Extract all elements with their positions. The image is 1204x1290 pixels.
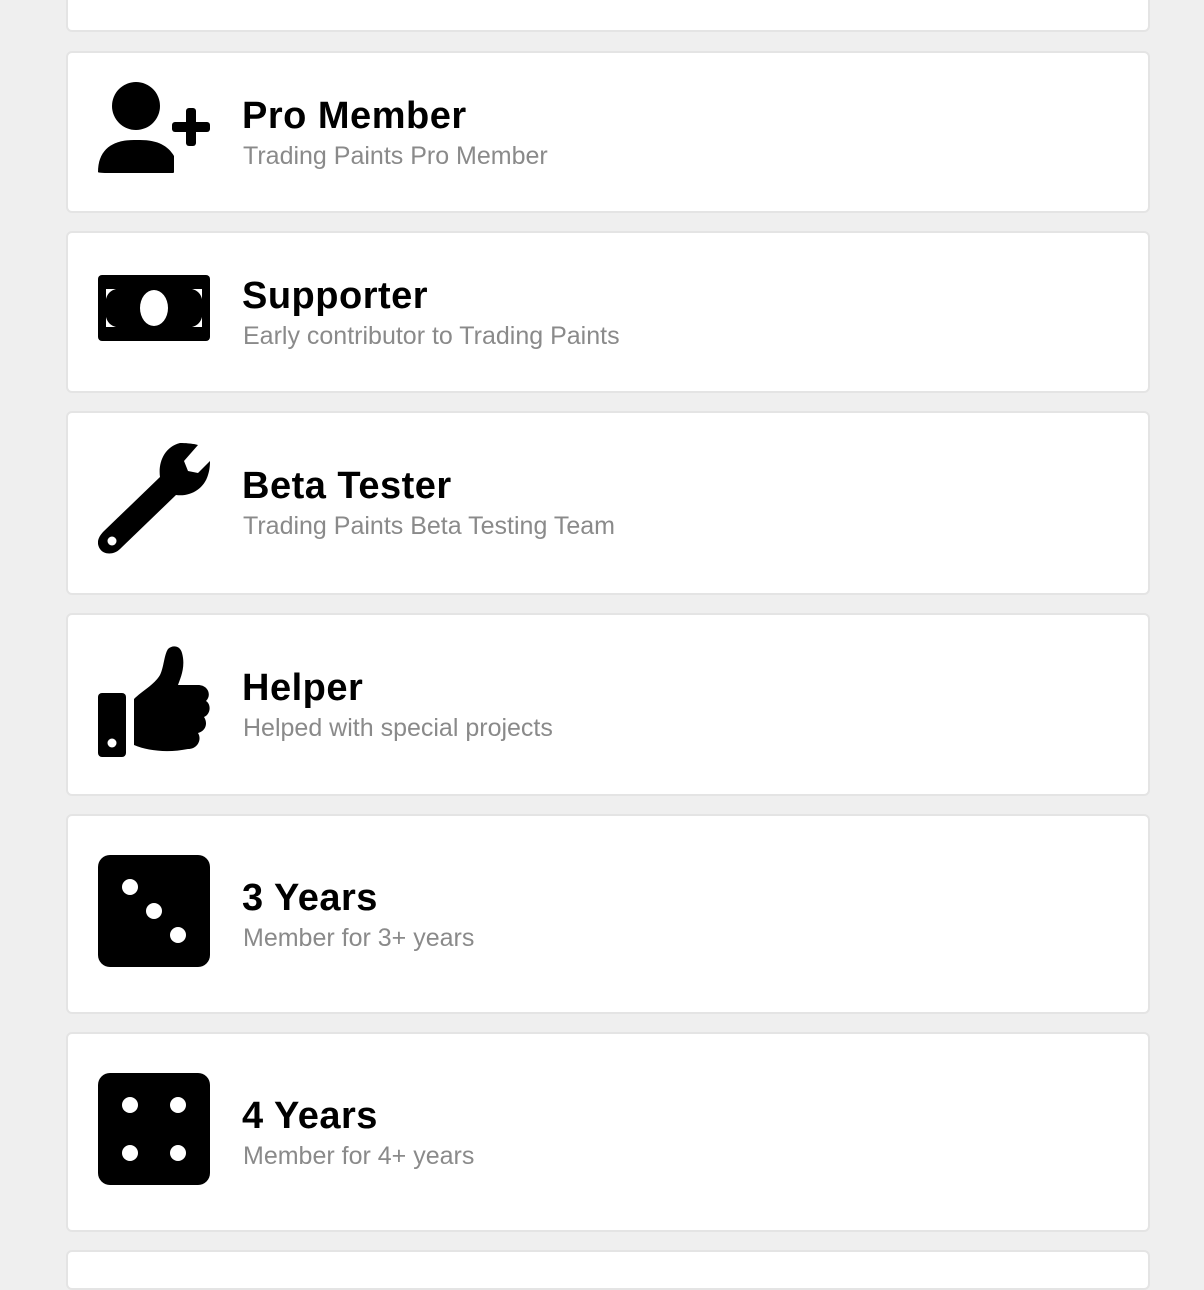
badge-title: Beta Tester — [242, 465, 452, 507]
badge-subtitle: Trading Paints Beta Testing Team — [243, 512, 615, 540]
badge-subtitle: Helped with special projects — [243, 714, 553, 742]
badge-title: Supporter — [242, 275, 429, 317]
badge-card-partial-top — [66, 0, 1150, 32]
badge-card-supporter — [66, 231, 1150, 393]
badge-title: 3 Years — [242, 877, 378, 919]
dice-three-icon — [98, 855, 210, 967]
wrench-icon — [98, 443, 210, 555]
badge-card-pro-member — [66, 51, 1150, 213]
thumbs-up-icon — [98, 645, 210, 757]
badge-card-beta-tester — [66, 411, 1150, 595]
money-bill-icon — [98, 253, 210, 365]
badge-subtitle: Trading Paints Pro Member — [243, 142, 548, 170]
badge-card-4-years — [66, 1032, 1150, 1232]
badge-card-3-years — [66, 814, 1150, 1014]
badge-title: 4 Years — [242, 1095, 378, 1137]
badge-card-helper — [66, 613, 1150, 796]
badge-subtitle: Early contributor to Trading Paints — [243, 322, 620, 350]
user-plus-icon — [98, 72, 210, 184]
dice-four-icon — [98, 1073, 210, 1185]
badge-subtitle: Member for 4+ years — [243, 1142, 475, 1170]
badge-card-partial-bottom — [66, 1250, 1150, 1290]
badge-title: Helper — [242, 667, 364, 709]
badge-subtitle: Member for 3+ years — [243, 924, 475, 952]
badge-title: Pro Member — [242, 95, 467, 137]
